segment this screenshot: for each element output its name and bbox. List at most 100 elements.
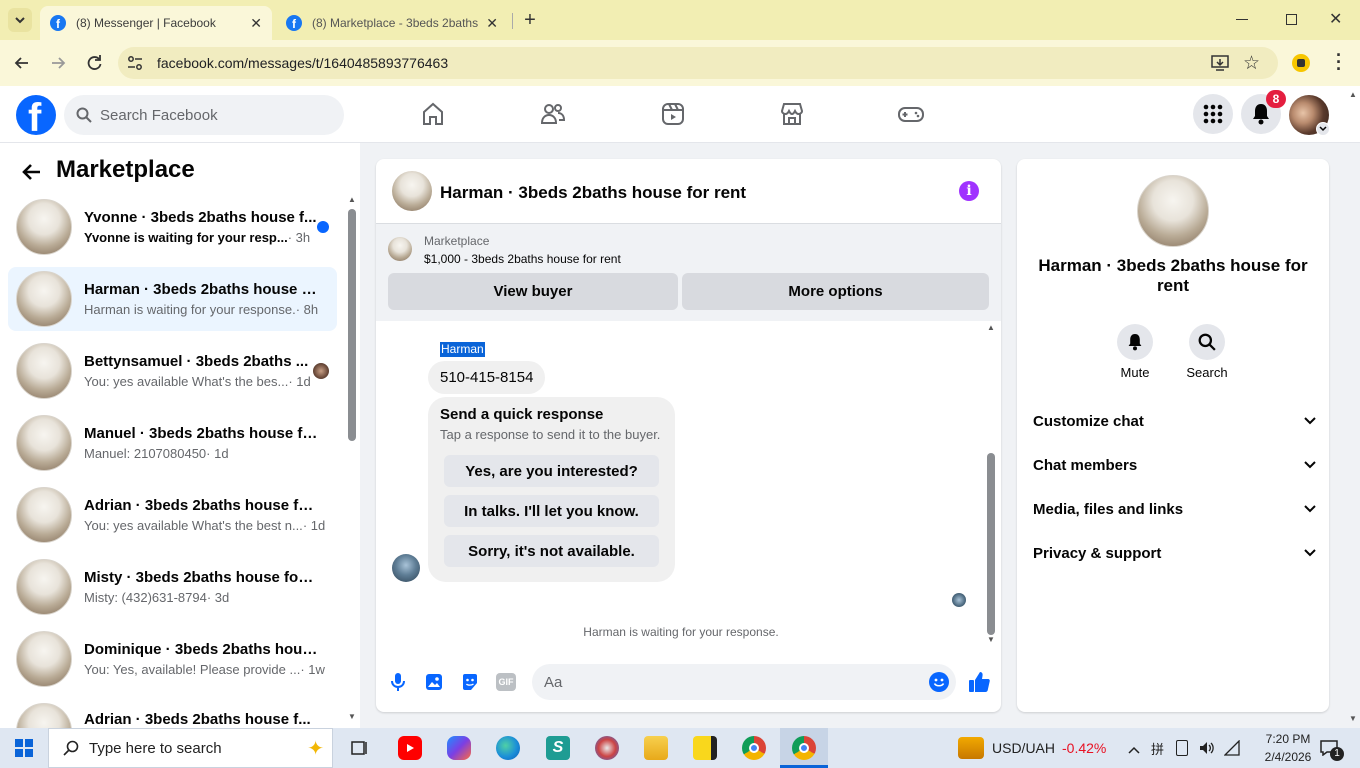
- file-explorer-icon[interactable]: [644, 736, 668, 760]
- search-conversation-button[interactable]: [1189, 324, 1225, 360]
- back-button[interactable]: [12, 53, 32, 78]
- video-icon[interactable]: [658, 99, 688, 129]
- youtube-icon[interactable]: [398, 736, 422, 760]
- copilot-icon[interactable]: [447, 736, 471, 760]
- chat-members-section[interactable]: Chat members: [1033, 453, 1316, 477]
- facebook-logo[interactable]: f: [16, 95, 56, 135]
- listing-banner-thumbnail[interactable]: [388, 237, 412, 261]
- chrome-active-icon[interactable]: [792, 736, 816, 760]
- back-arrow-icon[interactable]: [22, 162, 42, 187]
- language-icon[interactable]: 拼: [1151, 739, 1164, 758]
- facebook-search-input[interactable]: Search Facebook: [64, 95, 344, 135]
- close-tab-icon[interactable]: ✕: [486, 15, 498, 32]
- bookmark-star-icon[interactable]: ☆: [1243, 52, 1260, 75]
- tab-search-button[interactable]: [8, 8, 32, 32]
- close-window-button[interactable]: ✕: [1329, 9, 1342, 29]
- conversation-item[interactable]: Yvonne · 3beds 2baths house f... Yvonne …: [8, 195, 337, 259]
- install-app-icon[interactable]: [1210, 54, 1230, 77]
- minimize-button[interactable]: [1236, 19, 1248, 20]
- gaming-icon[interactable]: [896, 99, 926, 129]
- conversation-item[interactable]: Misty · 3beds 2baths house for r... Mist…: [8, 555, 337, 619]
- microphone-icon[interactable]: [389, 672, 407, 697]
- conversation-item[interactable]: Dominique · 3beds 2baths hous... You: Ye…: [8, 627, 337, 691]
- message-input[interactable]: Aa: [532, 664, 956, 700]
- reload-button[interactable]: [84, 53, 104, 78]
- search-placeholder: Search Facebook: [100, 106, 218, 124]
- more-options-button[interactable]: More options: [682, 273, 989, 310]
- sticker-icon[interactable]: [460, 672, 480, 697]
- waiting-status-text: Harman is waiting for your response.: [583, 625, 779, 639]
- volume-icon[interactable]: [1198, 739, 1216, 762]
- extension-icon[interactable]: [1292, 54, 1310, 72]
- quick-response-yes-button[interactable]: Yes, are you interested?: [444, 455, 659, 487]
- privacy-support-section[interactable]: Privacy & support: [1033, 541, 1316, 565]
- tray-chevron-icon[interactable]: [1128, 741, 1140, 759]
- conversation-item[interactable]: Manuel · 3beds 2baths house fo... Manuel…: [8, 411, 337, 475]
- windows-start-icon[interactable]: [15, 739, 33, 757]
- chevron-down-icon: [1304, 417, 1316, 425]
- conversation-item[interactable]: Adrian · 3beds 2baths house for ... You:…: [8, 483, 337, 547]
- list-scrollbar[interactable]: ▲ ▼: [347, 195, 357, 725]
- page-scrollbar[interactable]: ▲ ▼: [1347, 90, 1359, 726]
- battery-icon[interactable]: [1176, 740, 1188, 756]
- arrow-left-icon: [14, 57, 28, 69]
- media-files-links-section[interactable]: Media, files and links: [1033, 497, 1316, 521]
- conversation-snippet: You: yes available What's the best n...·…: [84, 518, 326, 533]
- chat-title[interactable]: Harman · 3beds 2baths house for rent: [440, 183, 746, 203]
- url-text[interactable]: facebook.com/messages/t/1640485893776463: [157, 55, 448, 71]
- tab-messenger[interactable]: f (8) Messenger | Facebook ✕: [40, 6, 272, 40]
- sticky-notes-icon[interactable]: [693, 736, 717, 760]
- app-icon-s[interactable]: S: [546, 736, 570, 760]
- chat-scrollbar-thumb[interactable]: [987, 453, 995, 635]
- view-buyer-button[interactable]: View buyer: [388, 273, 678, 310]
- clock-date[interactable]: 2/4/2026: [1252, 750, 1324, 764]
- message-bubble[interactable]: 510-415-8154: [428, 361, 545, 394]
- sender-avatar[interactable]: [392, 554, 420, 582]
- emoji-icon[interactable]: [929, 672, 949, 692]
- listing-thumbnail: [16, 631, 72, 687]
- conversation-name: Manuel · 3beds 2baths house fo...: [84, 425, 319, 442]
- marketplace-heading: Marketplace: [56, 156, 195, 183]
- conversation-item[interactable]: Adrian · 3beds 2baths house f...: [8, 699, 337, 728]
- new-tab-button[interactable]: +: [520, 10, 540, 30]
- tab-title: (8) Messenger | Facebook: [76, 16, 216, 30]
- account-chevron-icon[interactable]: [1316, 122, 1330, 136]
- marketplace-icon[interactable]: [777, 99, 807, 129]
- clock-time[interactable]: 7:20 PM: [1252, 732, 1324, 746]
- maximize-button[interactable]: [1286, 14, 1297, 25]
- task-view-icon[interactable]: [350, 738, 370, 758]
- details-thumbnail[interactable]: [1137, 175, 1209, 247]
- conversation-item[interactable]: Bettynsamuel · 3beds 2baths ... You: yes…: [8, 339, 337, 403]
- like-icon[interactable]: [967, 670, 991, 699]
- chat-scrollbar[interactable]: ▲ ▼: [986, 323, 996, 648]
- tab-marketplace[interactable]: f (8) Marketplace - 3beds 2baths ✕: [276, 6, 508, 40]
- close-tab-icon[interactable]: ✕: [250, 15, 262, 32]
- app-icon-wings[interactable]: [595, 736, 619, 760]
- conversation-item-selected[interactable]: Harman · 3beds 2baths house fo... Harman…: [8, 267, 337, 331]
- browser-menu-icon[interactable]: · · ·: [1336, 46, 1342, 78]
- quick-response-talks-button[interactable]: In talks. I'll let you know.: [444, 495, 659, 527]
- photo-icon[interactable]: [424, 672, 444, 697]
- mute-button[interactable]: [1117, 324, 1153, 360]
- gif-icon[interactable]: GIF: [496, 673, 516, 691]
- chat-header-thumbnail[interactable]: [392, 171, 432, 211]
- home-icon[interactable]: [418, 99, 448, 129]
- taskbar-search-box[interactable]: Type here to search ✦: [48, 728, 333, 768]
- site-info-icon[interactable]: [126, 54, 144, 77]
- info-icon[interactable]: i: [959, 181, 979, 201]
- customize-chat-section[interactable]: Customize chat: [1033, 409, 1316, 433]
- wifi-icon[interactable]: [1223, 739, 1240, 761]
- message-text: 510-415-8154: [440, 369, 534, 386]
- currency-pair[interactable]: USD/UAH: [992, 740, 1055, 756]
- quick-response-unavailable-button[interactable]: Sorry, it's not available.: [444, 535, 659, 567]
- chrome-icon[interactable]: [742, 736, 766, 760]
- friends-icon[interactable]: [538, 99, 568, 129]
- list-scrollbar-thumb[interactable]: [348, 209, 356, 441]
- tab-title: (8) Marketplace - 3beds 2baths: [312, 16, 479, 30]
- edge-icon[interactable]: [496, 736, 520, 760]
- currency-widget-icon[interactable]: [958, 737, 984, 759]
- menu-button[interactable]: [1193, 94, 1233, 134]
- forward-button[interactable]: [48, 53, 68, 78]
- notification-badge: 8: [1266, 90, 1286, 108]
- listing-description[interactable]: $1,000 - 3beds 2baths house for rent: [424, 252, 621, 266]
